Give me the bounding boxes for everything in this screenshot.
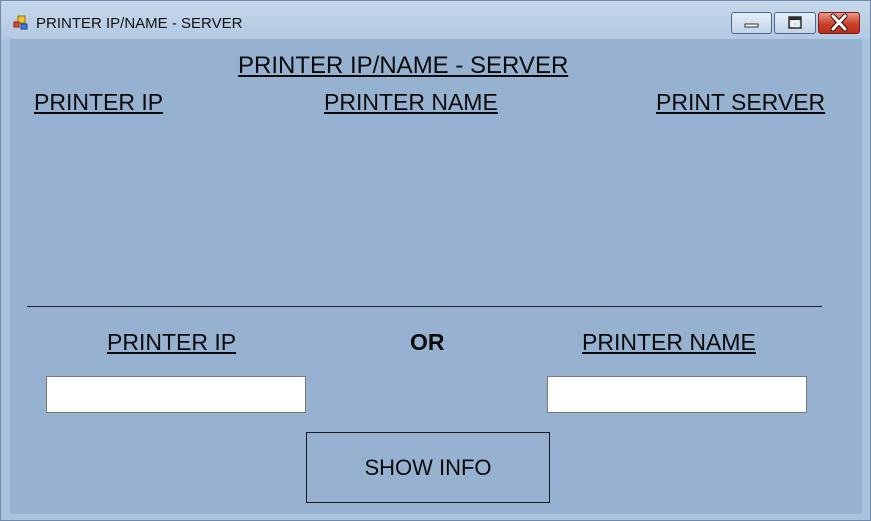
column-header-printer-ip: PRINTER IP <box>34 89 164 115</box>
section-divider <box>27 306 822 307</box>
close-button[interactable] <box>818 12 860 34</box>
or-label: OR <box>410 329 445 355</box>
client-area: PRINTER IP/NAME - SERVER PRINTER IP PRIN… <box>10 39 862 514</box>
printer-ip-input[interactable] <box>46 376 306 413</box>
minimize-icon <box>744 23 759 28</box>
close-icon <box>830 13 848 32</box>
printer-name-input[interactable] <box>547 376 807 413</box>
show-info-button[interactable]: SHOW INFO <box>306 432 550 503</box>
minimize-button[interactable] <box>731 12 772 34</box>
column-header-printer-name: PRINTER NAME <box>324 89 498 115</box>
title-bar[interactable]: PRINTER IP/NAME - SERVER <box>1 1 870 39</box>
main-window: PRINTER IP/NAME - SERVER PRINTER IP/NAME… <box>0 0 871 521</box>
form-heading: PRINTER IP/NAME - SERVER <box>238 52 569 79</box>
printer-name-label: PRINTER NAME <box>582 329 756 355</box>
app-window-icon <box>13 15 28 30</box>
maximize-button[interactable] <box>774 12 816 34</box>
window-title: PRINTER IP/NAME - SERVER <box>36 15 243 32</box>
maximize-icon <box>788 16 802 29</box>
column-header-print-server: PRINT SERVER <box>656 89 826 115</box>
printer-ip-label: PRINTER IP <box>107 329 237 355</box>
